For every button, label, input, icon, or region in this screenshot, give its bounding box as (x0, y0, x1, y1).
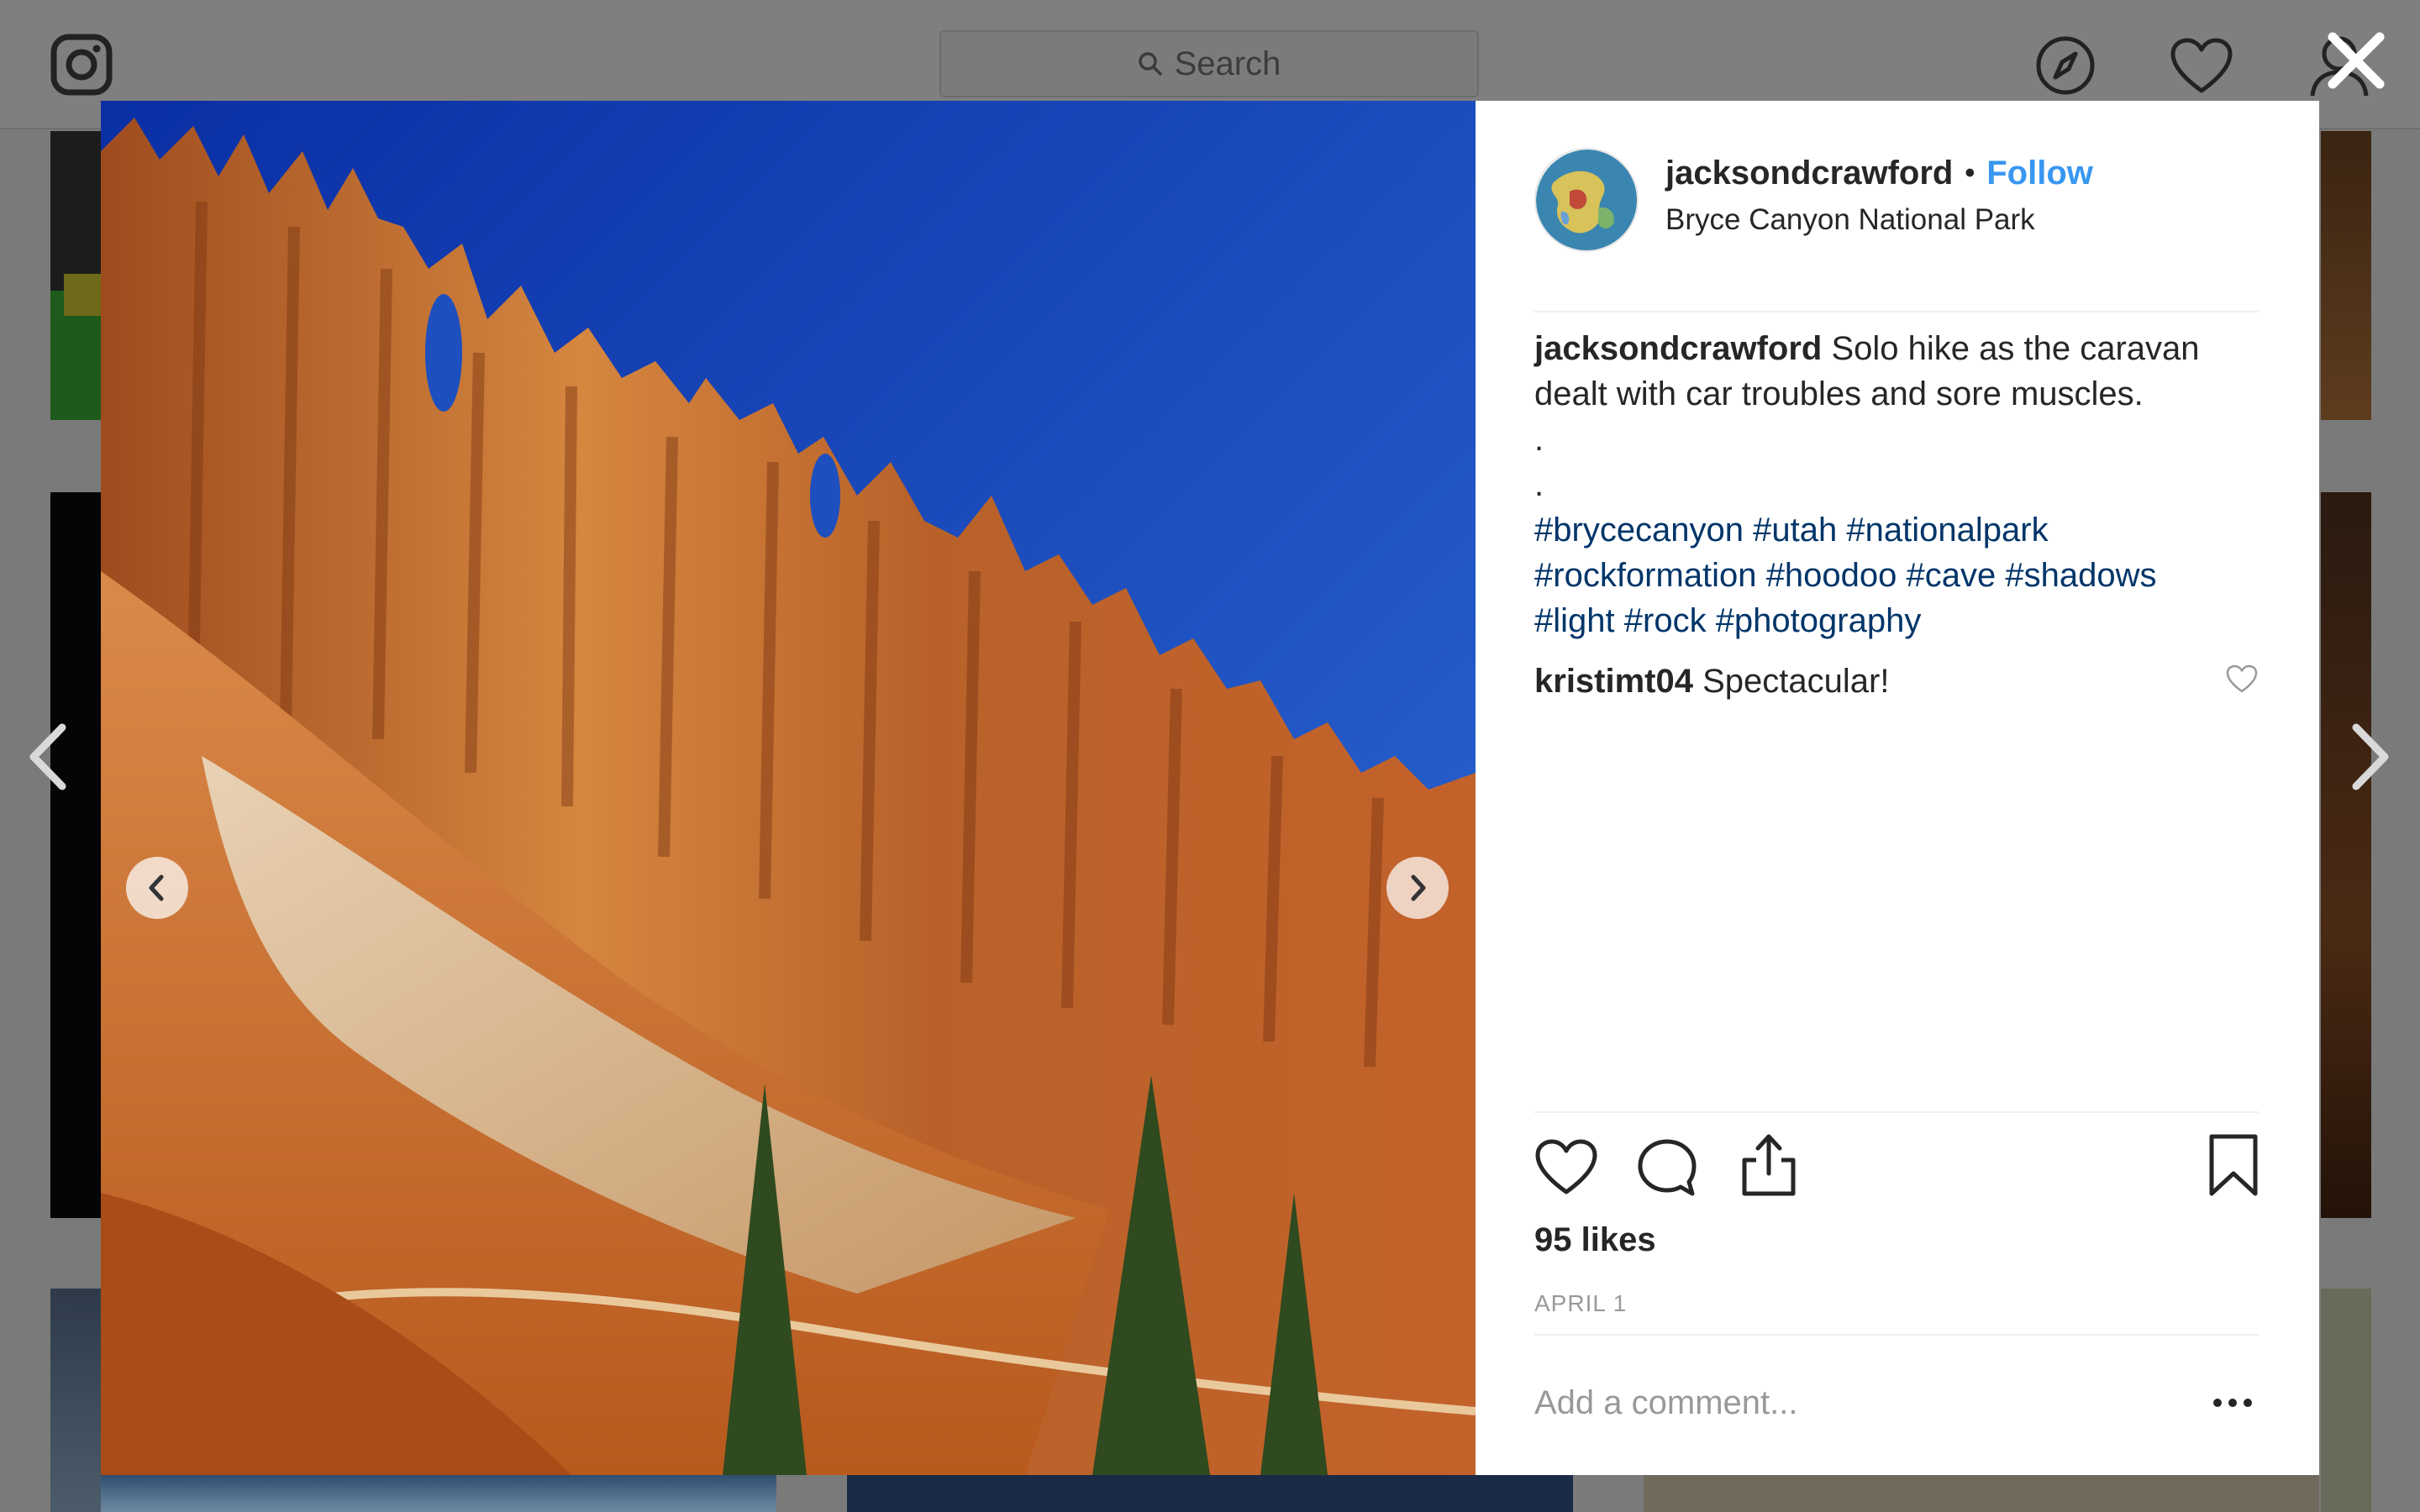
background-post-tile[interactable] (2321, 492, 2371, 1218)
background-post-tile[interactable] (50, 131, 103, 420)
hashtag-link[interactable]: #hoodoo (1766, 557, 1897, 594)
post-header: jacksondcrawford • Follow Bryce Canyon N… (1534, 148, 2259, 312)
like-heart-icon[interactable] (1534, 1138, 1598, 1197)
hashtag-link[interactable]: #cave (1907, 557, 1996, 594)
compass-icon[interactable] (2035, 35, 2096, 96)
post-author-row: jacksondcrawford • Follow (1665, 155, 2093, 192)
post-photo[interactable] (101, 101, 1476, 1475)
search-input[interactable]: Search (939, 30, 1479, 97)
post-modal: jacksondcrawford • Follow Bryce Canyon N… (101, 101, 2319, 1475)
more-options-icon (2213, 1399, 2252, 1407)
background-post-tile[interactable] (50, 492, 103, 1218)
comment-username[interactable]: kristimt04 (1534, 663, 1693, 700)
more-options-button[interactable] (2207, 1378, 2259, 1428)
divider (1534, 1334, 2259, 1336)
background-post-tile[interactable] (50, 1289, 103, 1512)
comment: kristimt04 Spectacular! (1534, 659, 2259, 704)
bookmark-icon[interactable] (2208, 1133, 2259, 1197)
hashtag-link[interactable]: #utah (1753, 512, 1837, 549)
previous-post-arrow-icon[interactable] (25, 722, 71, 791)
share-icon[interactable] (1739, 1131, 1798, 1197)
comments-section: jacksondcrawford Solo hike as the carava… (1534, 326, 2259, 704)
caption-dot: . (1534, 421, 1544, 458)
like-comment-heart-icon[interactable] (2225, 664, 2259, 694)
caption-username[interactable]: jacksondcrawford (1534, 330, 1822, 367)
likes-count[interactable]: 95 likes (1534, 1221, 1656, 1259)
chevron-right-icon (1411, 874, 1426, 901)
post-author-username[interactable]: jacksondcrawford (1665, 155, 1953, 192)
comment-text: Spectacular! (1702, 663, 1890, 700)
post-actions-bar (1534, 1134, 2259, 1197)
separator-dot: • (1965, 157, 1975, 189)
hashtag-link[interactable]: #shadows (2005, 557, 2156, 594)
heart-icon[interactable] (2170, 37, 2233, 94)
close-icon[interactable] (2321, 25, 2391, 96)
avatar[interactable] (1534, 148, 1639, 252)
search-icon (1138, 52, 1162, 76)
divider (1534, 1111, 2259, 1113)
background-post-tile[interactable] (101, 1475, 776, 1512)
carousel-previous-button[interactable] (126, 857, 188, 919)
instagram-logo-icon[interactable] (50, 34, 113, 96)
carousel-next-button[interactable] (1386, 857, 1449, 919)
background-post-tile[interactable] (2321, 1289, 2371, 1512)
chevron-left-icon (149, 874, 164, 901)
caption-dot: . (1534, 466, 1544, 503)
background-post-tile[interactable] (1644, 1475, 2319, 1512)
background-post-tile[interactable] (2321, 131, 2371, 420)
hashtag-link[interactable]: #rockformation (1534, 557, 1757, 594)
post-details-panel: jacksondcrawford • Follow Bryce Canyon N… (1476, 101, 2319, 1475)
hashtag-list: #brycecanyon #utah #nationalpark #rockfo… (1534, 507, 2259, 643)
caption: jacksondcrawford Solo hike as the carava… (1534, 326, 2259, 643)
hashtag-link[interactable]: #brycecanyon (1534, 512, 1744, 549)
next-post-arrow-icon[interactable] (2348, 722, 2393, 791)
add-comment-input[interactable] (1534, 1378, 2207, 1428)
globe-avatar-image (1536, 150, 1637, 250)
post-date: APRIL 1 (1534, 1290, 1628, 1316)
canyon-landscape-image (101, 101, 1476, 1475)
hashtag-link[interactable]: #light (1534, 602, 1615, 639)
hashtag-link[interactable]: #rock (1624, 602, 1707, 639)
post-location[interactable]: Bryce Canyon National Park (1665, 203, 2035, 237)
comment-bubble-icon[interactable] (1637, 1138, 1697, 1197)
follow-button[interactable]: Follow (1986, 155, 2093, 192)
search-placeholder: Search (1174, 45, 1281, 82)
hashtag-link[interactable]: #photography (1716, 602, 1922, 639)
hashtag-link[interactable]: #nationalpark (1846, 512, 2048, 549)
background-post-tile[interactable] (847, 1475, 1573, 1512)
